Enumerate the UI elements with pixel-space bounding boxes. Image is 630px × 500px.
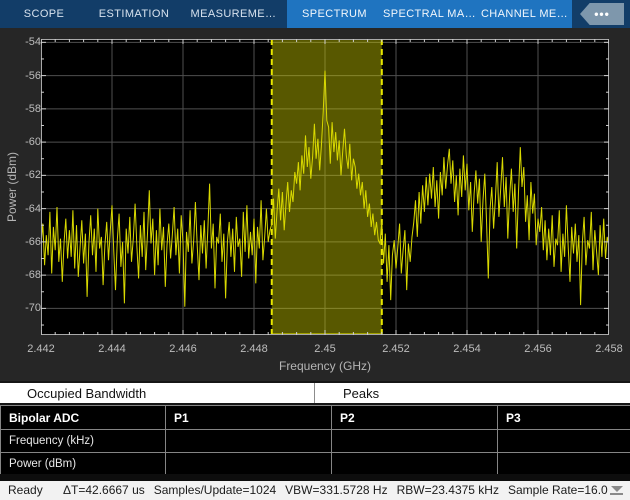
status-readout: RBW=23.4375 kHz — [397, 483, 499, 497]
table-row: Frequency (kHz) — [1, 430, 630, 453]
peak-column-header: P2 — [332, 406, 498, 430]
x-tick-label: 2.448 — [224, 343, 284, 355]
table-row: Power (dBm) — [1, 453, 630, 476]
inactive-tab-group: SCOPEESTIMATIONMEASUREME… — [0, 0, 287, 28]
measurements-header-row: Occupied Bandwidth Peaks — [0, 381, 630, 405]
measurements-table: Bipolar ADCP1P2P3Frequency (kHz)Power (d… — [0, 405, 630, 476]
y-tick-label: -56 — [5, 70, 41, 82]
signal-name-cell: Bipolar ADC — [1, 406, 166, 430]
status-text: Ready — [8, 483, 43, 497]
x-tick-label: 2.45 — [295, 343, 355, 355]
x-tick-label: 2.458 — [579, 343, 630, 355]
table-header-row: Bipolar ADCP1P2P3 — [1, 406, 630, 430]
tab-spectrum[interactable]: SPECTRUM — [287, 0, 382, 28]
status-readout: Sample Rate=16.0 — [508, 483, 608, 497]
value-cell — [498, 453, 630, 476]
x-tick-label: 2.452 — [366, 343, 426, 355]
row-label: Frequency (kHz) — [1, 430, 166, 453]
value-cell — [332, 430, 498, 453]
x-tick-label: 2.454 — [437, 343, 497, 355]
tab-scope[interactable]: SCOPE — [0, 0, 88, 28]
y-tick-label: -70 — [5, 302, 41, 314]
status-bar: Ready ΔT=42.6667 us Samples/Update=1024 VB… — [0, 481, 630, 500]
panel-divider — [0, 474, 630, 481]
y-tick-label: -68 — [5, 269, 41, 281]
peaks-header: Peaks — [315, 383, 630, 403]
tab-measureme-[interactable]: MEASUREME… — [180, 0, 287, 28]
x-axis-title: Frequency (GHz) — [225, 359, 425, 373]
y-axis-title: Power (dBm) — [5, 112, 19, 262]
tab-channel-me-[interactable]: CHANNEL ME… — [477, 0, 572, 28]
x-tick-label: 2.442 — [11, 343, 71, 355]
row-label: Power (dBm) — [1, 453, 166, 476]
spectrum-plot-panel: -54-56-58-60-62-64-66-68-70 2.4422.4442.… — [0, 28, 630, 381]
tab-spectral-ma-[interactable]: SPECTRAL MA… — [382, 0, 477, 28]
y-tick-label: -54 — [5, 36, 41, 48]
status-readout: Samples/Update=1024 — [154, 483, 276, 497]
x-tick-label: 2.444 — [82, 343, 142, 355]
status-readout: ΔT=42.6667 us — [63, 483, 145, 497]
value-cell — [166, 453, 332, 476]
measurements-panel: Occupied Bandwidth Peaks Bipolar ADCP1P2… — [0, 381, 630, 476]
value-cell — [166, 430, 332, 453]
peak-column-header: P3 — [498, 406, 630, 430]
peak-column-header: P1 — [166, 406, 332, 430]
x-tick-label: 2.456 — [508, 343, 568, 355]
value-cell — [332, 453, 498, 476]
spectrum-analyzer-window: SCOPEESTIMATIONMEASUREME… SPECTRUMSPECTR… — [0, 0, 630, 500]
value-cell — [498, 430, 630, 453]
occupied-bandwidth-header: Occupied Bandwidth — [0, 383, 315, 403]
active-tab-group: SPECTRUMSPECTRAL MA…CHANNEL ME… — [287, 0, 572, 28]
status-readout: VBW=331.5728 Hz — [285, 483, 387, 497]
tab-overflow-button[interactable]: ••• — [580, 3, 624, 25]
tab-estimation[interactable]: ESTIMATION — [88, 0, 180, 28]
dock-down-icon[interactable] — [610, 486, 623, 495]
tab-overflow-area: ••• — [572, 0, 630, 28]
spectrum-chart — [41, 39, 609, 335]
toolstrip-tab-bar: SCOPEESTIMATIONMEASUREME… SPECTRUMSPECTR… — [0, 0, 630, 28]
x-tick-label: 2.446 — [153, 343, 213, 355]
plot-area[interactable] — [41, 39, 609, 335]
status-measurement-readouts: ΔT=42.6667 us Samples/Update=1024 VBW=331.… — [63, 483, 608, 497]
